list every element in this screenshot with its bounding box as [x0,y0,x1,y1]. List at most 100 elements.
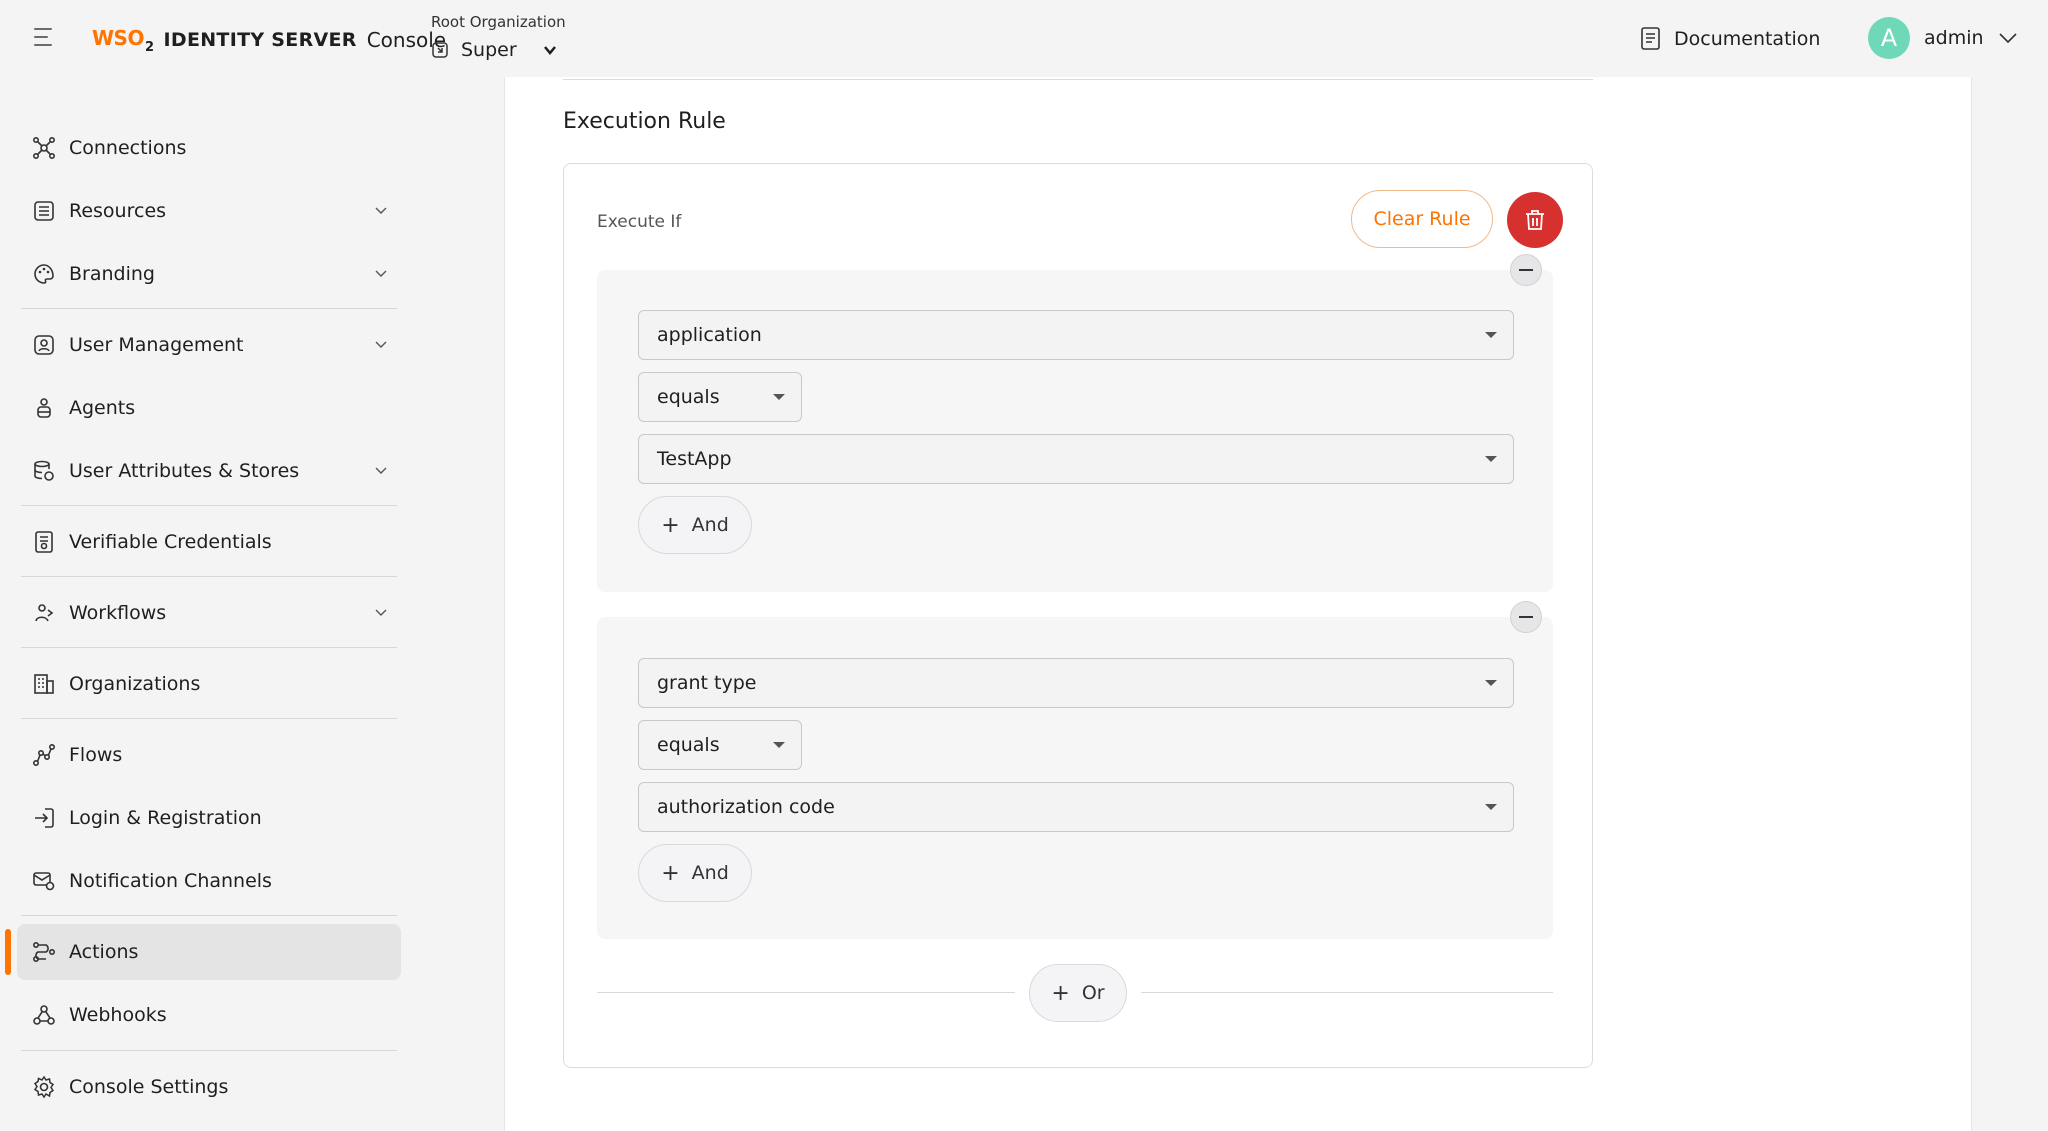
value-select[interactable]: authorization code [638,782,1514,832]
chevron-down-icon[interactable] [375,205,387,215]
sidebar-item-agents[interactable]: Agents [17,380,401,436]
execution-rule-box: Execute If Clear Rule application equals… [563,163,1593,1068]
sidebar-item-organizations[interactable]: Organizations [17,656,401,712]
value-select[interactable]: TestApp [638,434,1514,484]
sidebar-item-label: User Management [69,334,244,356]
webhook-icon [31,1002,57,1028]
sidebar-item-label: Connections [69,137,187,159]
chevron-down-icon[interactable] [375,465,387,475]
documentation-label: Documentation [1674,28,1821,50]
sidebar-item-workflows[interactable]: Workflows [17,585,401,641]
divider [21,915,397,916]
resources-icon [31,198,57,224]
trash-icon [1526,210,1544,230]
chevron-down-icon[interactable] [375,268,387,278]
flow-icon [31,742,57,768]
value-value: authorization code [657,796,835,818]
clear-rule-button[interactable]: Clear Rule [1351,190,1493,248]
sidebar-item-label: Agents [69,397,136,419]
sidebar-item-label: Console Settings [69,1076,229,1098]
chevron-down-icon[interactable] [375,607,387,617]
sidebar-item-login-registration[interactable]: Login & Registration [17,790,401,846]
wso2-logo: WSO2 [92,25,154,55]
dropdown-arrow-icon [1485,804,1497,810]
sidebar-item-branding[interactable]: Branding [17,246,401,302]
execute-if-label: Execute If [597,212,682,232]
add-and-button[interactable]: + And [638,496,752,554]
sidebar-item-resources[interactable]: Resources [17,183,401,239]
sidebar-item-user-management[interactable]: User Management [17,317,401,373]
main-content: Execution Rule Execute If Clear Rule app… [428,77,2048,1131]
remove-condition-button[interactable] [1510,254,1542,286]
documentation-link[interactable]: Documentation [1640,24,1820,54]
or-divider-left [597,992,1015,993]
org-name: Super [461,39,517,61]
plus-icon: + [661,512,680,538]
condition-group: grant type equals authorization code + A… [597,617,1553,939]
sidebar-item-label: Resources [69,200,167,222]
field-value: application [657,324,762,346]
value-value: TestApp [657,448,732,470]
remove-condition-button[interactable] [1510,601,1542,633]
brand-logo[interactable]: WSO2 IDENTITY SERVER Console [92,25,446,55]
document-icon [1641,27,1660,50]
username: admin [1924,27,1984,49]
top-header: WSO2 IDENTITY SERVER Console Root Organi… [0,0,2048,77]
agent-icon [31,395,57,421]
field-select[interactable]: application [638,310,1514,360]
menu-icon[interactable] [34,28,58,48]
sidebar-item-label: Webhooks [69,1004,167,1026]
sidebar-item-connections[interactable]: Connections [17,120,401,176]
sidebar-item-flows[interactable]: Flows [17,727,401,783]
org-label: Root Organization [431,13,566,31]
operator-value: equals [657,386,720,408]
minus-icon [1519,616,1533,618]
dropdown-arrow-icon [1485,456,1497,462]
user-menu[interactable]: A admin [1868,17,2018,59]
sidebar-item-label: Workflows [69,602,167,624]
sidebar-item-label: Branding [69,263,155,285]
sidebar-item-notification-channels[interactable]: Notification Channels [17,853,401,909]
minus-icon [1519,269,1533,271]
organization-icon [432,42,448,58]
sidebar-item-user-attributes-stores[interactable]: User Attributes & Stores [17,443,401,499]
operator-value: equals [657,734,720,756]
sidebar-item-verifiable-credentials[interactable]: Verifiable Credentials [17,514,401,570]
connections-icon [31,135,57,161]
and-label: And [691,862,729,884]
user-management-icon [31,332,57,358]
chevron-down-icon[interactable] [543,43,557,57]
divider [21,647,397,648]
chevron-down-icon[interactable] [1998,31,2018,45]
sidebar-item-console-settings[interactable]: Console Settings [17,1059,401,1115]
active-indicator [5,929,11,975]
notification-icon [31,868,57,894]
or-label: Or [1081,982,1105,1004]
section-divider [563,79,1593,80]
sidebar: Connections Resources Branding User Mana… [0,77,428,1131]
sidebar-item-webhooks[interactable]: Webhooks [17,987,401,1043]
operator-select[interactable]: equals [638,720,802,770]
divider [21,1050,397,1051]
section-title: Execution Rule [563,109,726,134]
dropdown-arrow-icon [773,742,785,748]
login-icon [31,805,57,831]
palette-icon [31,261,57,287]
gear-icon [31,1074,57,1100]
dropdown-arrow-icon [1485,332,1497,338]
field-select[interactable]: grant type [638,658,1514,708]
workflow-icon [31,600,57,626]
divider [21,308,397,309]
operator-select[interactable]: equals [638,372,802,422]
delete-rule-button[interactable] [1507,192,1563,248]
chevron-down-icon[interactable] [375,339,387,349]
add-and-button[interactable]: + And [638,844,752,902]
plus-icon: + [661,860,680,886]
org-switcher[interactable]: Super [431,36,557,64]
add-or-button[interactable]: + Or [1029,964,1127,1022]
plus-icon: + [1051,980,1070,1006]
sidebar-item-actions[interactable]: Actions [17,924,401,980]
field-value: grant type [657,672,757,694]
content-panel: Execution Rule Execute If Clear Rule app… [504,77,1972,1131]
sidebar-item-label: Login & Registration [69,807,262,829]
